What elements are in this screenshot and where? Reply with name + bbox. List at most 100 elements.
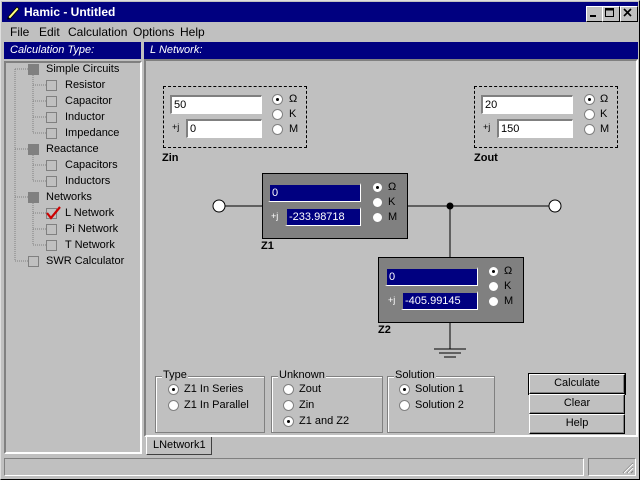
tree-item-networks[interactable]: Networks	[46, 191, 92, 203]
zin-unit-k-radio[interactable]	[272, 109, 283, 120]
tree-item-capacitor[interactable]: Capacitor	[65, 95, 112, 107]
close-button[interactable]	[620, 6, 638, 22]
app-icon	[7, 6, 20, 20]
unknown-zout-radio[interactable]	[283, 384, 294, 395]
tree-item-l-network[interactable]: L Network	[65, 207, 114, 219]
solution-1-label: Solution 1	[415, 383, 464, 395]
zout-unit-k-radio[interactable]	[584, 109, 595, 120]
menu-calculation[interactable]: Calculation	[68, 25, 127, 39]
tree-item-inductors[interactable]: Inductors	[65, 175, 110, 187]
tree-checkbox-resistor[interactable]	[46, 80, 57, 91]
tree-item-pi-network[interactable]: Pi Network	[65, 223, 118, 235]
type-parallel-label: Z1 In Parallel	[184, 399, 249, 411]
clear-button[interactable]: Clear	[529, 394, 625, 414]
zout-imag-input[interactable]: 150	[497, 119, 573, 138]
zin-real-input[interactable]: 50	[170, 95, 262, 114]
z2-imag-input[interactable]: -405.99145	[401, 291, 478, 310]
zout-j-label: +j	[483, 122, 491, 132]
status-bar-panel	[588, 458, 636, 476]
menu-bar: File Edit Calculation Options Help	[2, 22, 638, 41]
zout-real-input[interactable]: 20	[481, 95, 573, 114]
tree-checkbox-l-network[interactable]	[46, 206, 61, 220]
tree-checkbox-inductors[interactable]	[46, 176, 57, 187]
tree-item-inductor[interactable]: Inductor	[65, 111, 105, 123]
z1-unit-m-label: M	[388, 211, 398, 223]
zin-unit-k-label: K	[289, 108, 297, 120]
tree-item-swr-calculator[interactable]: SWR Calculator	[46, 255, 124, 267]
solution-2-radio[interactable]	[399, 400, 410, 411]
type-series-label: Z1 In Series	[184, 383, 244, 395]
zout-unit-ohm-radio[interactable]	[584, 94, 595, 105]
tree-item-resistor[interactable]: Resistor	[65, 79, 105, 91]
menu-help[interactable]: Help	[180, 25, 205, 39]
z2-unit-k-radio[interactable]	[488, 281, 499, 292]
z1-j-label: +j	[271, 211, 279, 221]
tree-checkbox-impedance[interactable]	[46, 128, 57, 139]
solution-1-radio[interactable]	[399, 384, 410, 395]
unknown-zin-radio[interactable]	[283, 400, 294, 411]
type-parallel-radio[interactable]	[168, 400, 179, 411]
z2-j-label: +j	[388, 295, 396, 305]
z2-unit-k-label: K	[504, 280, 512, 292]
tree-item-simple-circuits[interactable]: Simple Circuits	[46, 63, 119, 75]
type-series-radio[interactable]	[168, 384, 179, 395]
zin-unit-ohm-label: Ω	[289, 93, 298, 105]
zin-unit-ohm-radio[interactable]	[272, 94, 283, 105]
z2-unit-ohm-radio[interactable]	[488, 266, 499, 277]
zout-unit-m-label: M	[600, 123, 610, 135]
sidebar-header: Calculation Type:	[4, 42, 141, 59]
zout-unit-k-label: K	[600, 108, 608, 120]
z2-real-input[interactable]: 0	[385, 267, 478, 286]
maximize-icon	[605, 8, 614, 17]
z1-label: Z1	[261, 240, 274, 252]
help-button[interactable]: Help	[529, 414, 625, 434]
tree-item-capacitors[interactable]: Capacitors	[65, 159, 118, 171]
calculate-button[interactable]: Calculate	[528, 373, 626, 395]
solution-2-label: Solution 2	[415, 399, 464, 411]
zout-label: Zout	[474, 152, 498, 164]
zin-imag-input[interactable]: 0	[186, 119, 262, 138]
z1-real-input[interactable]: 0	[268, 183, 361, 202]
tree-checkbox-pi-network[interactable]	[46, 224, 57, 235]
tree-checkbox-capacitors[interactable]	[46, 160, 57, 171]
maximize-button[interactable]	[602, 6, 620, 22]
tree-node-icon	[28, 64, 39, 75]
zin-j-label: +j	[172, 122, 180, 132]
check-icon	[46, 206, 61, 220]
tree-item-t-network[interactable]: T Network	[65, 239, 115, 251]
unknown-group-title: Unknown	[278, 369, 326, 381]
tab-lnetwork1[interactable]: LNetwork1	[146, 437, 212, 455]
zin-unit-m-radio[interactable]	[272, 124, 283, 135]
tree-checkbox-t-network[interactable]	[46, 240, 57, 251]
tree-checkbox-swr[interactable]	[28, 256, 39, 267]
unknown-zin-label: Zin	[299, 399, 315, 411]
minimize-icon	[590, 15, 596, 17]
z1-unit-k-radio[interactable]	[372, 197, 383, 208]
z1-unit-ohm-radio[interactable]	[372, 182, 383, 193]
menu-edit[interactable]: Edit	[39, 25, 60, 39]
unknown-z1z2-radio[interactable]	[283, 416, 294, 427]
z2-label: Z2	[378, 324, 391, 336]
z1-imag-input[interactable]: -233.98718	[285, 207, 361, 226]
menu-options[interactable]: Options	[133, 25, 174, 39]
close-icon	[623, 8, 632, 17]
main-header: L Network:	[144, 42, 638, 59]
resize-grip-icon	[622, 462, 634, 474]
tree-checkbox-inductor[interactable]	[46, 112, 57, 123]
window-title: Hamic - Untitled	[24, 5, 116, 19]
z1-unit-ohm-label: Ω	[388, 181, 397, 193]
menu-file[interactable]: File	[10, 25, 29, 39]
z2-unit-ohm-label: Ω	[504, 265, 513, 277]
z1-unit-m-radio[interactable]	[372, 212, 383, 223]
tree-node-icon	[28, 144, 39, 155]
zin-label: Zin	[162, 152, 179, 164]
tree-item-reactance[interactable]: Reactance	[46, 143, 99, 155]
tree-checkbox-capacitor[interactable]	[46, 96, 57, 107]
z2-unit-m-label: M	[504, 295, 514, 307]
tree-item-impedance[interactable]: Impedance	[65, 127, 119, 139]
solution-group-title: Solution	[394, 369, 436, 381]
status-bar-main	[4, 458, 584, 476]
calculation-tree: Simple Circuits Resistor Capacitor Induc…	[4, 61, 142, 454]
z2-unit-m-radio[interactable]	[488, 296, 499, 307]
zout-unit-m-radio[interactable]	[584, 124, 595, 135]
